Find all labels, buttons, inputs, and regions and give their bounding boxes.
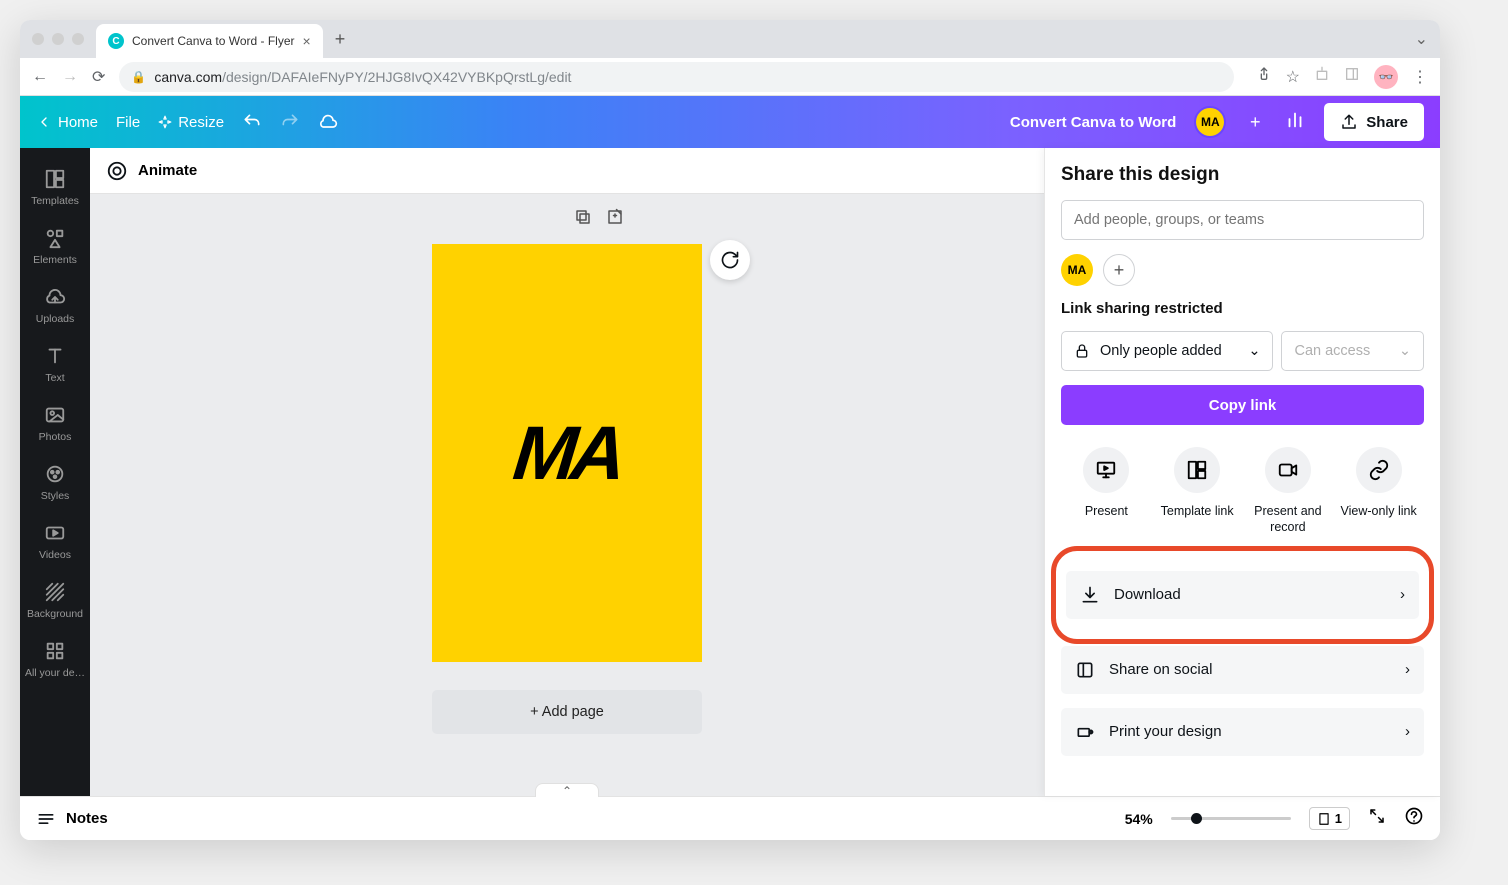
regenerate-button[interactable] [710, 240, 750, 280]
design-text[interactable]: MA [509, 410, 624, 497]
zoom-slider[interactable] [1171, 817, 1291, 820]
animate-button[interactable]: Animate [106, 160, 197, 182]
undo-button[interactable] [242, 112, 262, 132]
audience-select[interactable]: Only people added ⌄ [1061, 331, 1273, 371]
file-menu[interactable]: File [116, 114, 140, 131]
add-page-button[interactable]: + Add page [432, 690, 702, 734]
chevron-down-icon: ⌄ [1248, 343, 1260, 359]
extensions-icon[interactable] [1314, 66, 1330, 87]
sidebar-videos[interactable]: Videos [20, 512, 90, 571]
sidebar-uploads[interactable]: Uploads [20, 276, 90, 335]
url-field[interactable]: 🔒 canva.com/design/DAFAIeFNyPY/2HJG8IvQX… [119, 62, 1233, 92]
download-option[interactable]: Download › [1066, 571, 1419, 619]
sidebar-templates[interactable]: Templates [20, 158, 90, 217]
url-text: canva.com/design/DAFAIeFNyPY/2HJG8IvQX42… [154, 69, 571, 85]
download-highlight: Download › [1051, 546, 1434, 644]
forward-icon[interactable]: → [62, 68, 78, 86]
insights-icon[interactable] [1284, 108, 1306, 136]
permission-select[interactable]: Can access ⌄ [1281, 331, 1424, 371]
panel-icon[interactable] [1344, 66, 1360, 87]
add-people-input[interactable] [1061, 200, 1424, 240]
add-member-button[interactable]: + [1244, 111, 1266, 133]
present-action[interactable]: Present [1066, 447, 1146, 536]
profile-avatar[interactable]: 👓 [1374, 65, 1398, 89]
collapse-tab[interactable]: ⌃ [535, 783, 599, 797]
canvas-toolbar: Animate [90, 148, 1044, 194]
back-icon[interactable]: ← [32, 68, 48, 86]
canvas-area: Animate MA + Add page ⌃ [90, 148, 1044, 796]
view-only-link-action[interactable]: View-only link [1339, 447, 1419, 536]
template-link-action[interactable]: Template link [1157, 447, 1237, 536]
copy-link-button[interactable]: Copy link [1061, 385, 1424, 425]
browser-titlebar: C Convert Canva to Word - Flyer × + ⌄ [20, 20, 1440, 58]
lock-icon: 🔒 [131, 70, 146, 84]
chevron-right-icon: › [1405, 723, 1410, 740]
print-option[interactable]: Print your design › [1061, 708, 1424, 756]
close-icon[interactable]: × [303, 33, 311, 49]
chevron-right-icon: › [1405, 661, 1410, 678]
sidebar-styles[interactable]: Styles [20, 453, 90, 512]
redo-button[interactable] [280, 112, 300, 132]
present-record-action[interactable]: Present and record [1248, 447, 1328, 536]
sidebar-photos[interactable]: Photos [20, 394, 90, 453]
traffic-lights[interactable] [32, 33, 84, 45]
canva-header: Home File Resize Convert Canva to Word M… [20, 96, 1440, 148]
sidebar-background[interactable]: Background [20, 571, 90, 630]
side-panel: Templates Elements Uploads Text Photos S… [20, 148, 90, 796]
fullscreen-icon[interactable] [1368, 807, 1386, 830]
share-social-option[interactable]: Share on social › [1061, 646, 1424, 694]
sidebar-elements[interactable]: Elements [20, 217, 90, 276]
user-avatar[interactable]: MA [1194, 106, 1226, 138]
address-bar: ← → ⟳ 🔒 canva.com/design/DAFAIeFNyPY/2HJ… [20, 58, 1440, 96]
reload-icon[interactable]: ⟳ [92, 67, 105, 87]
footer: Notes 54% 1 [20, 796, 1440, 840]
sidebar-all-designs[interactable]: All your de… [20, 630, 90, 689]
share-icon[interactable] [1256, 66, 1272, 87]
sidebar-text[interactable]: Text [20, 335, 90, 394]
chevron-right-icon: › [1400, 586, 1405, 603]
design-page[interactable]: MA [432, 244, 702, 662]
duplicate-page-icon[interactable] [574, 208, 592, 231]
cloud-sync-icon[interactable] [318, 112, 338, 132]
canva-favicon: C [108, 33, 124, 49]
member-avatar[interactable]: MA [1061, 254, 1093, 286]
star-icon[interactable]: ☆ [1286, 67, 1300, 87]
share-heading: Share this design [1061, 164, 1424, 186]
share-button[interactable]: Share [1324, 103, 1424, 141]
help-icon[interactable] [1404, 806, 1424, 831]
zoom-percent[interactable]: 54% [1125, 811, 1153, 827]
share-panel: Share this design MA + Link sharing rest… [1044, 148, 1440, 796]
browser-tab[interactable]: C Convert Canva to Word - Flyer × [96, 24, 323, 58]
page-indicator[interactable]: 1 [1309, 807, 1350, 830]
new-tab-button[interactable]: + [335, 29, 346, 50]
resize-button[interactable]: Resize [158, 114, 224, 131]
chevron-down-icon[interactable]: ⌄ [1415, 29, 1428, 49]
notes-button[interactable]: Notes [36, 809, 108, 829]
add-person-button[interactable]: + [1103, 254, 1135, 286]
export-page-icon[interactable] [606, 208, 624, 231]
tab-title: Convert Canva to Word - Flyer [132, 34, 295, 48]
home-button[interactable]: Home [36, 114, 98, 131]
chevron-down-icon: ⌄ [1399, 343, 1411, 359]
design-title[interactable]: Convert Canva to Word [1010, 114, 1176, 131]
link-sharing-heading: Link sharing restricted [1061, 300, 1424, 317]
menu-dots-icon[interactable]: ⋮ [1412, 67, 1428, 87]
